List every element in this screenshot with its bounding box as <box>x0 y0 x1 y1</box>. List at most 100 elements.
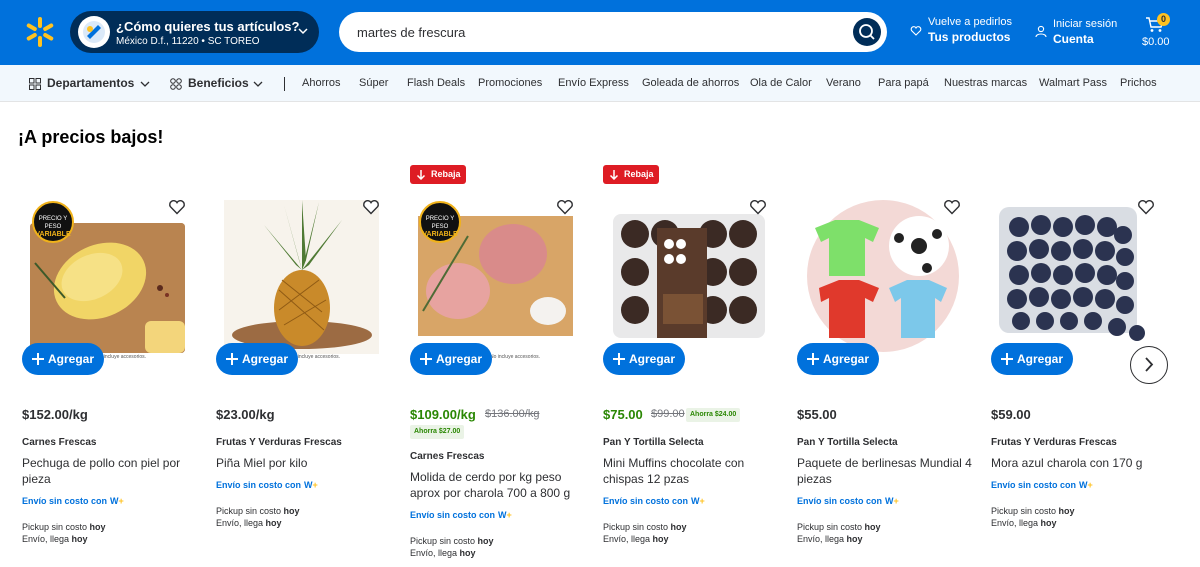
nav-link-promociones[interactable]: Promociones <box>478 77 542 89</box>
favorite-heart-icon[interactable] <box>556 199 574 215</box>
add-button-label: Agregar <box>1017 352 1064 366</box>
shipping-text: Envío sin costo con <box>797 496 883 506</box>
shipping-text: Envío sin costo con <box>216 480 302 490</box>
variable-badge-top: PRECIO Y PESO <box>38 216 68 230</box>
nav-link-walmart-pass[interactable]: Walmart Pass <box>1039 77 1107 89</box>
product-card[interactable]: Agregar $55.00 Pan Y Tortilla Selecta Pa… <box>797 162 982 562</box>
pickup-info: Pickup sin costo hoy Envío, llega hoy <box>410 535 494 559</box>
nav-link-prichos[interactable]: Prichos <box>1120 77 1157 89</box>
shipping-text: Envío sin costo con <box>410 510 496 520</box>
favorite-heart-icon[interactable] <box>1137 199 1155 215</box>
add-to-cart-button[interactable]: Agregar <box>991 343 1073 375</box>
product-price: $152.00/kg <box>22 407 88 422</box>
nav-link-flash-deals[interactable]: Flash Deals <box>407 77 465 89</box>
chevron-right-icon <box>1145 357 1154 372</box>
product-name[interactable]: Paquete de berlinesas Mundial 4 piezas <box>797 455 972 487</box>
nav-link-nuestras-marcas[interactable]: Nuestras marcas <box>944 77 1027 89</box>
product-name[interactable]: Mini Muffins chocolate con chispas 12 pz… <box>603 455 778 487</box>
delivery-when: hoy <box>71 534 88 544</box>
variable-price-badge: PRECIO Y PESO VARIABLE <box>419 201 461 243</box>
plus-icon <box>1001 353 1013 365</box>
favorite-heart-icon[interactable] <box>749 199 767 215</box>
pickup-when: hoy <box>670 522 687 532</box>
product-card[interactable]: No incluye accesorios. Agregar $23.00/kg… <box>216 162 401 562</box>
savings-badge: Ahorra $27.00 <box>410 425 465 439</box>
pickup-text: Pickup sin costo <box>410 536 476 546</box>
product-image[interactable] <box>613 214 765 338</box>
nav-link-goleada[interactable]: Goleada de ahorros <box>642 77 739 89</box>
pickup-when: hoy <box>89 522 106 532</box>
nav-link-ola-de-calor[interactable]: Ola de Calor <box>750 77 812 89</box>
search-input[interactable]: martes de frescura <box>357 25 465 40</box>
product-price: $55.00 <box>797 407 837 422</box>
chevron-down-icon <box>140 81 150 87</box>
shipping-text: Envío sin costo con <box>22 496 108 506</box>
plus-icon <box>226 353 238 365</box>
add-to-cart-button[interactable]: Agregar <box>22 343 104 375</box>
delivery-address: México D.f., 11220 • SC TOREO <box>116 36 260 47</box>
pickup-info: Pickup sin costo hoy Envío, llega hoy <box>797 521 881 545</box>
section-title: ¡A precios bajos! <box>18 127 164 147</box>
add-to-cart-button[interactable]: Agregar <box>216 343 298 375</box>
arrow-down-icon <box>609 170 619 180</box>
reorder-big: Tus productos <box>928 30 1011 44</box>
product-card[interactable]: PRECIO Y PESO VARIABLE No incluye accesor… <box>22 162 207 562</box>
reorder-link[interactable]: Vuelve a pedirlos Tus productos <box>910 16 1012 44</box>
search-icon <box>859 24 875 40</box>
pickup-when: hoy <box>1058 506 1075 516</box>
search-button[interactable] <box>853 18 881 46</box>
account-link[interactable]: Iniciar sesión Cuenta <box>1035 18 1117 46</box>
variable-badge-top: PRECIO Y PESO <box>425 216 455 230</box>
product-name[interactable]: Piña Miel por kilo <box>216 455 391 471</box>
nav-link-para-papa[interactable]: Para papá <box>878 77 929 89</box>
plus-icon <box>613 353 625 365</box>
product-card[interactable]: Rebaja PRECIO Y PESO VARIABLE No incluye … <box>410 162 595 562</box>
savings-badge: Ahorra $24.00 <box>686 408 741 422</box>
benefits-menu[interactable]: Beneficios <box>188 76 249 90</box>
carousel-next-button[interactable] <box>1130 346 1168 384</box>
add-to-cart-button[interactable]: Agregar <box>410 343 492 375</box>
product-card[interactable]: Rebaja Agregar $75.00 $99.00 Ahorra $24.… <box>603 162 788 562</box>
walmart-pass-icon: W+ <box>691 496 705 506</box>
pickup-text: Pickup sin costo <box>22 522 88 532</box>
reorder-small: Vuelve a pedirlos <box>928 16 1012 28</box>
chevron-down-icon <box>253 81 263 87</box>
favorite-heart-icon[interactable] <box>168 199 186 215</box>
product-image[interactable] <box>224 200 379 354</box>
variable-badge-bottom: VARIABLE <box>422 231 458 238</box>
product-brand: Pan Y Tortilla Selecta <box>603 437 704 448</box>
product-name[interactable]: Molida de cerdo por kg peso aprox por ch… <box>410 469 585 501</box>
favorite-heart-icon[interactable] <box>362 199 380 215</box>
nav-link-envio-express[interactable]: Envío Express <box>558 77 629 89</box>
product-image[interactable] <box>999 207 1149 347</box>
product-name[interactable]: Pechuga de pollo con piel por pieza <box>22 455 197 487</box>
benefits-icon <box>170 78 182 90</box>
add-button-label: Agregar <box>629 352 676 366</box>
add-to-cart-button[interactable]: Agregar <box>797 343 879 375</box>
walmart-pass-icon: W+ <box>304 480 318 490</box>
nav-link-verano[interactable]: Verano <box>826 77 861 89</box>
walmart-spark-logo[interactable] <box>24 16 56 48</box>
top-header: ¿Cómo quieres tus artículos? México D.f.… <box>0 0 1200 65</box>
delivery-text: Envío, llega <box>991 518 1039 528</box>
pickup-text: Pickup sin costo <box>991 506 1057 516</box>
delivery-when: hoy <box>652 534 669 544</box>
pickup-info: Pickup sin costo hoy Envío, llega hoy <box>22 521 106 545</box>
rebaja-label: Rebaja <box>624 169 654 179</box>
delivery-text: Envío, llega <box>410 548 458 558</box>
delivery-text: Envío, llega <box>603 534 651 544</box>
cart-total: $0.00 <box>1142 36 1170 48</box>
departments-menu[interactable]: Departamentos <box>47 76 134 90</box>
add-to-cart-button[interactable]: Agregar <box>603 343 685 375</box>
nav-link-super[interactable]: Súper <box>359 77 388 89</box>
search-bar[interactable]: martes de frescura <box>339 12 887 52</box>
walmart-pass-icon: W+ <box>1079 480 1093 490</box>
variable-price-badge: PRECIO Y PESO VARIABLE <box>32 201 74 243</box>
product-name[interactable]: Mora azul charola con 170 g <box>991 455 1166 471</box>
favorite-heart-icon[interactable] <box>943 199 961 215</box>
free-shipping-label: Envío sin costo con W+ <box>410 510 512 520</box>
nav-link-ahorros[interactable]: Ahorros <box>302 77 341 89</box>
product-image[interactable] <box>807 200 959 352</box>
delivery-selector[interactable]: ¿Cómo quieres tus artículos? México D.f.… <box>70 11 319 53</box>
delivery-text: Envío, llega <box>797 534 845 544</box>
